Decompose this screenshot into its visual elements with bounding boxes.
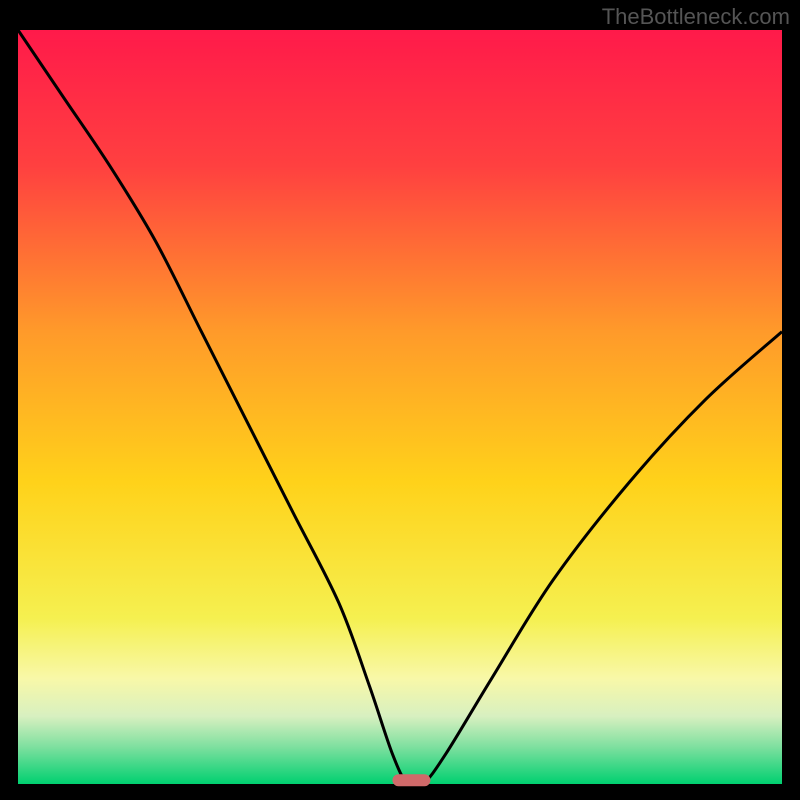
- chart-container: TheBottleneck.com: [0, 0, 800, 800]
- watermark-text: TheBottleneck.com: [602, 4, 790, 30]
- chart-svg: [0, 0, 800, 800]
- plot-background: [18, 30, 782, 784]
- optimal-marker: [392, 774, 430, 786]
